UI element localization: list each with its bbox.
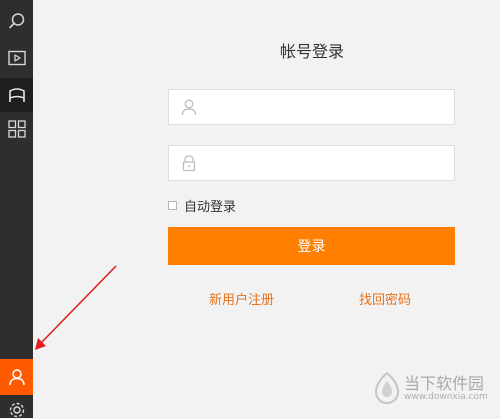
watermark: 当下软件园 www.downxia.com bbox=[370, 368, 496, 408]
lock-icon bbox=[181, 154, 197, 176]
page-title: 帐号登录 bbox=[279, 42, 344, 61]
sidebar-item-account[interactable] bbox=[0, 359, 33, 395]
grid-icon bbox=[7, 120, 26, 138]
login-button[interactable]: 登录 bbox=[168, 227, 455, 265]
auto-login-option[interactable]: 自动登录 bbox=[168, 196, 237, 215]
username-input[interactable] bbox=[209, 90, 453, 126]
downxia-logo-icon bbox=[374, 372, 400, 404]
forgot-password-link[interactable]: 找回密码 bbox=[359, 289, 411, 308]
auto-login-checkbox[interactable] bbox=[168, 200, 177, 210]
username-field[interactable] bbox=[168, 89, 455, 126]
watermark-url: www.downxia.com bbox=[404, 392, 488, 402]
password-input[interactable] bbox=[209, 146, 453, 182]
password-field[interactable] bbox=[168, 145, 455, 182]
watermark-name: 当下软件园 bbox=[404, 374, 485, 393]
user-icon bbox=[181, 98, 197, 120]
red-arrow-icon bbox=[35, 265, 117, 350]
sidebar-item-bookmark[interactable] bbox=[0, 78, 33, 112]
bookmark-icon bbox=[8, 88, 25, 102]
search-icon bbox=[8, 13, 24, 29]
sidebar bbox=[0, 0, 33, 418]
sidebar-item-search[interactable] bbox=[0, 4, 33, 38]
user-icon bbox=[8, 369, 25, 386]
gear-icon bbox=[9, 402, 24, 418]
sidebar-item-settings[interactable] bbox=[0, 397, 33, 418]
sidebar-item-video[interactable] bbox=[0, 41, 33, 75]
auto-login-label: 自动登录 bbox=[184, 199, 237, 215]
sidebar-item-apps[interactable] bbox=[0, 112, 33, 146]
video-play-icon bbox=[7, 50, 26, 66]
register-link[interactable]: 新用户注册 bbox=[209, 289, 274, 308]
